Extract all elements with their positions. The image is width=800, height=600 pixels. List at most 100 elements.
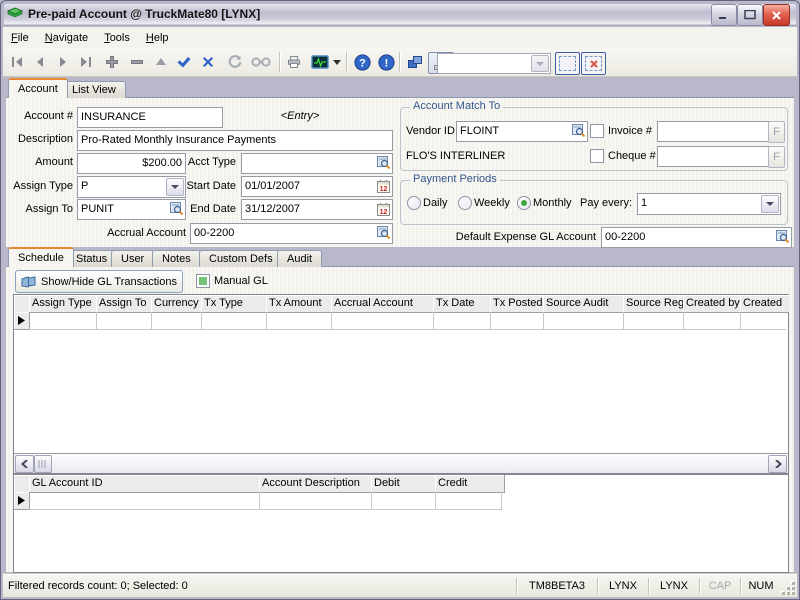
table-cell[interactable] xyxy=(259,492,372,510)
table-cell[interactable] xyxy=(201,312,267,330)
table-cell[interactable] xyxy=(543,312,624,330)
table-cell[interactable] xyxy=(371,492,436,510)
table-cell[interactable] xyxy=(683,312,741,330)
column-header[interactable]: Created xyxy=(740,295,789,313)
default-expense-field[interactable]: 00-2200 xyxy=(601,227,792,248)
table-cell[interactable] xyxy=(490,312,544,330)
radio-weekly[interactable] xyxy=(458,196,472,210)
description-field[interactable]: Pro-Rated Monthly Insurance Payments xyxy=(77,130,393,151)
toolbar-search-combobox[interactable] xyxy=(437,53,551,74)
acct-type-field[interactable] xyxy=(241,153,393,174)
chevron-down-icon[interactable] xyxy=(166,178,184,196)
column-header[interactable]: Source Audit xyxy=(543,295,627,313)
table-cell[interactable] xyxy=(266,312,332,330)
last-record-icon[interactable] xyxy=(76,52,96,72)
monitor-icon[interactable] xyxy=(309,52,331,72)
tab-account[interactable]: Account xyxy=(8,78,68,98)
cheque-checkbox[interactable] xyxy=(590,149,604,163)
row-selector[interactable] xyxy=(14,492,30,510)
column-header[interactable]: Accrual Account xyxy=(331,295,437,313)
table-cell[interactable] xyxy=(151,312,202,330)
invoice-field[interactable] xyxy=(657,121,771,142)
column-header[interactable]: Tx Type xyxy=(201,295,270,313)
assign-to-field[interactable]: PUNIT xyxy=(77,199,186,220)
lookup-icon[interactable] xyxy=(776,230,790,244)
prior-record-icon[interactable] xyxy=(30,52,50,72)
close-button[interactable] xyxy=(763,4,790,26)
table-cell[interactable] xyxy=(331,312,434,330)
column-header[interactable]: Credit xyxy=(435,475,505,493)
scroll-left-icon[interactable] xyxy=(15,455,34,473)
cancel-select-button[interactable] xyxy=(581,52,606,75)
windows-icon[interactable] xyxy=(405,52,425,72)
scroll-right-icon[interactable] xyxy=(768,455,787,473)
manual-gl-checkbox[interactable] xyxy=(196,274,210,288)
refresh-icon[interactable] xyxy=(225,52,245,72)
chevron-down-icon[interactable] xyxy=(761,195,779,213)
cancel-edit-icon[interactable] xyxy=(198,52,218,72)
table-cell[interactable] xyxy=(740,312,786,330)
invoice-f-button[interactable]: F xyxy=(768,121,785,143)
tab-user[interactable]: User xyxy=(111,250,154,267)
lookup-icon[interactable] xyxy=(572,124,586,138)
amount-field[interactable]: $200.00 xyxy=(77,153,186,174)
column-header[interactable]: Source Reg xyxy=(623,295,687,313)
monitor-dropdown-icon[interactable] xyxy=(332,52,342,72)
radio-daily[interactable] xyxy=(407,196,421,210)
tab-audit[interactable]: Audit xyxy=(277,250,322,267)
find-icon[interactable] xyxy=(249,52,273,72)
tab-list-view[interactable]: List View xyxy=(62,81,126,98)
column-header[interactable]: GL Account ID xyxy=(29,475,263,493)
info-icon[interactable]: ! xyxy=(376,52,396,72)
assign-type-combobox[interactable]: P xyxy=(77,176,186,198)
column-header[interactable]: Tx Date xyxy=(433,295,494,313)
help-icon[interactable]: ? xyxy=(352,52,372,72)
column-header[interactable]: Assign To xyxy=(96,295,155,313)
edit-record-icon[interactable] xyxy=(151,52,171,72)
lookup-icon[interactable] xyxy=(170,202,184,216)
accrual-account-field[interactable]: 00-2200 xyxy=(190,223,393,244)
first-record-icon[interactable] xyxy=(7,52,27,72)
table-cell[interactable] xyxy=(96,312,152,330)
tab-schedule[interactable]: Schedule xyxy=(8,247,74,267)
show-hide-gl-button[interactable]: Show/Hide GL Transactions xyxy=(15,270,183,293)
column-header[interactable]: Currency xyxy=(151,295,205,313)
cheque-f-button[interactable]: F xyxy=(768,146,785,168)
menu-navigate[interactable]: Navigate xyxy=(37,30,96,46)
column-header[interactable]: Tx Amount xyxy=(266,295,335,313)
radio-monthly[interactable] xyxy=(517,196,531,210)
print-icon[interactable] xyxy=(284,52,304,72)
calendar-icon[interactable]: 12 xyxy=(377,202,391,216)
lookup-icon[interactable] xyxy=(377,226,391,240)
vendor-id-field[interactable]: FLOINT xyxy=(456,121,588,142)
column-header[interactable]: Account Description xyxy=(259,475,375,493)
table-cell[interactable] xyxy=(433,312,491,330)
chevron-down-icon[interactable] xyxy=(531,55,549,72)
resize-grip-icon[interactable] xyxy=(782,582,795,595)
column-header[interactable]: Debit xyxy=(371,475,439,493)
column-header[interactable]: Created by xyxy=(683,295,744,313)
maximize-button[interactable] xyxy=(737,4,763,26)
table-cell[interactable] xyxy=(29,312,97,330)
pay-every-combobox[interactable]: 1 xyxy=(637,193,781,215)
column-header[interactable]: Assign Type xyxy=(29,295,100,313)
insert-record-icon[interactable] xyxy=(102,52,122,72)
invoice-checkbox[interactable] xyxy=(590,124,604,138)
table-cell[interactable] xyxy=(623,312,684,330)
tab-notes[interactable]: Notes xyxy=(152,250,201,267)
table-cell[interactable] xyxy=(435,492,502,510)
row-selector[interactable] xyxy=(14,312,30,330)
column-header[interactable]: Tx Posted xyxy=(490,295,547,313)
menu-help[interactable]: Help xyxy=(138,30,177,46)
start-date-field[interactable]: 01/01/2007 12 xyxy=(241,176,393,197)
scrollbar-thumb[interactable] xyxy=(34,455,52,473)
minimize-button[interactable] xyxy=(711,4,737,26)
account-number-field[interactable]: INSURANCE xyxy=(77,107,223,128)
tab-custom-defs[interactable]: Custom Defs xyxy=(199,250,283,267)
table-cell[interactable] xyxy=(29,492,260,510)
lookup-icon[interactable] xyxy=(377,156,391,170)
next-record-icon[interactable] xyxy=(53,52,73,72)
horizontal-scrollbar[interactable] xyxy=(14,453,788,473)
cheque-field[interactable] xyxy=(657,146,771,167)
post-edit-icon[interactable] xyxy=(173,52,193,72)
